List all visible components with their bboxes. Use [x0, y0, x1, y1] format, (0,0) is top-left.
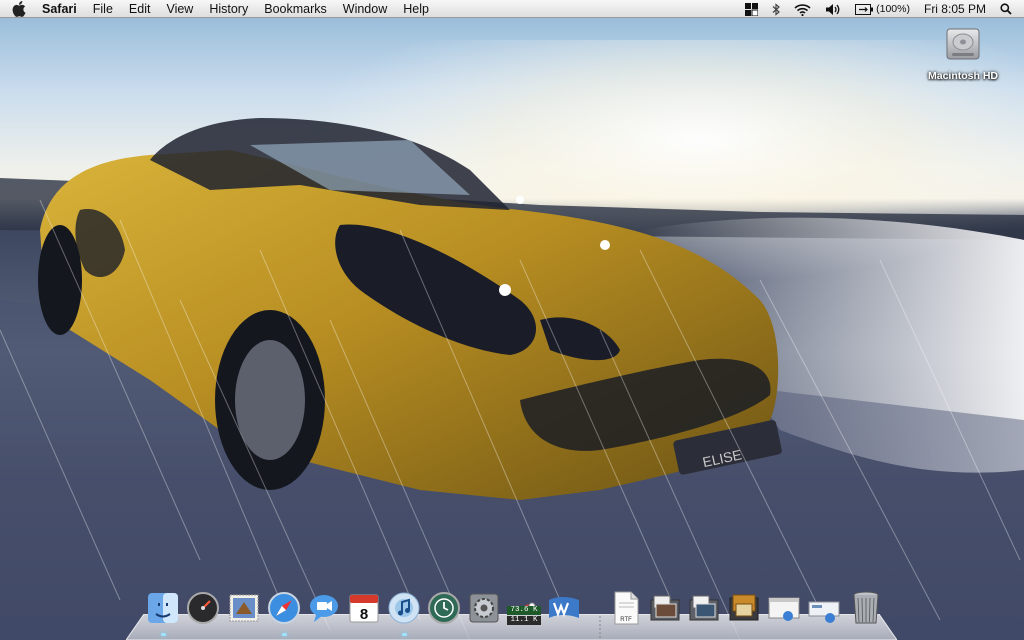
- apple-menu[interactable]: [12, 0, 28, 18]
- spotlight-search-icon: [1000, 3, 1012, 15]
- dock-item-system-preferences[interactable]: [467, 590, 501, 626]
- clock-menu-extra[interactable]: Fri 8:05 PM: [917, 0, 993, 18]
- calendar-icon: 8: [349, 594, 379, 623]
- desktop-icon-label: Macintosh HD: [927, 70, 998, 82]
- microsoft-word-icon: [549, 597, 579, 618]
- running-indicator: [161, 633, 166, 636]
- wifi-icon: [794, 3, 811, 16]
- itunes-cd-icon: [388, 592, 420, 624]
- running-indicator: [282, 633, 287, 636]
- finder-icon: [148, 593, 178, 623]
- dock-item-finder[interactable]: [146, 590, 180, 636]
- dock-item-word[interactable]: [547, 590, 581, 626]
- app-stack-icon: [729, 594, 759, 621]
- dock-item-itunes[interactable]: [387, 590, 421, 636]
- battery-percent: (100%): [876, 3, 910, 15]
- menu-bookmarks[interactable]: Bookmarks: [256, 0, 335, 18]
- dock-item-rtf-document[interactable]: RTF: [609, 590, 643, 626]
- trash-icon: [853, 591, 879, 624]
- spaces-menu-extra[interactable]: [738, 0, 765, 18]
- dock-item-documents-stack[interactable]: [767, 590, 801, 626]
- spaces-icon: [745, 2, 759, 16]
- mail-stamp-icon: [229, 594, 259, 622]
- dock-item-pictures-folder[interactable]: [687, 590, 721, 626]
- rtf-label: RTF: [620, 617, 632, 623]
- spotlight-menu-extra[interactable]: [993, 0, 1024, 18]
- dock-item-ical[interactable]: 8: [347, 590, 381, 626]
- dock: 8 73.6 K 11.1 K RTF: [126, 590, 897, 640]
- rtf-document-icon: RTF: [614, 591, 639, 625]
- dock-item-time-machine[interactable]: [427, 590, 461, 626]
- battery-menu-extra[interactable]: (100%): [848, 0, 917, 18]
- dock-item-trash[interactable]: [849, 590, 883, 626]
- menu-help[interactable]: Help: [395, 0, 437, 18]
- time-machine-clock-icon: [428, 592, 460, 624]
- downloads-stack-icon: [808, 601, 840, 623]
- window-stack-icon: [768, 597, 800, 621]
- menu-extras: (100%) Fri 8:05 PM: [738, 0, 1024, 18]
- dock-item-applications-stack[interactable]: [727, 590, 761, 626]
- menu-view[interactable]: View: [158, 0, 201, 18]
- menu-history[interactable]: History: [201, 0, 256, 18]
- wallpaper-car-image: ELISE: [0, 40, 1024, 640]
- dock-item-mail[interactable]: [227, 590, 261, 626]
- wifi-menu-extra[interactable]: [787, 0, 818, 18]
- dock-item-safari[interactable]: [267, 590, 301, 636]
- menu-app-safari[interactable]: Safari: [34, 0, 85, 18]
- bluetooth-icon: [772, 2, 781, 16]
- safari-compass-icon: [268, 592, 300, 624]
- network-download-rate: 11.1 K: [507, 616, 541, 625]
- dock-item-photos-folder[interactable]: [648, 590, 682, 626]
- image-stack-icon: [689, 595, 719, 621]
- dashboard-gauge-icon: [187, 592, 219, 624]
- calendar-day-number: 8: [360, 606, 368, 623]
- desktop-icon-macintosh-hd[interactable]: Macintosh HD: [922, 25, 1004, 82]
- dock-item-dashboard[interactable]: [186, 590, 220, 626]
- image-stack-icon: [650, 595, 680, 621]
- network-upload-rate: 73.6 K: [507, 606, 541, 615]
- ichat-video-icon: [310, 595, 338, 622]
- desktop: ELISE Safari File Edit View History Book…: [0, 0, 1024, 640]
- volume-menu-extra[interactable]: [818, 0, 848, 18]
- dock-item-ichat[interactable]: [307, 590, 341, 626]
- dock-item-downloads-stack[interactable]: [807, 590, 841, 626]
- battery-charging-icon: [855, 3, 874, 15]
- running-indicator: [402, 633, 407, 636]
- menu-file[interactable]: File: [85, 0, 121, 18]
- volume-icon: [826, 3, 840, 15]
- menu-bar: Safari File Edit View History Bookmarks …: [0, 0, 1024, 18]
- dock-item-network-monitor[interactable]: 73.6 K 11.1 K: [507, 590, 541, 626]
- menu-edit[interactable]: Edit: [121, 0, 159, 18]
- hard-drive-icon: [946, 28, 980, 60]
- gear-icon: [469, 593, 499, 623]
- apple-icon: [12, 0, 26, 17]
- menu-window[interactable]: Window: [335, 0, 395, 18]
- bluetooth-menu-extra[interactable]: [765, 0, 787, 18]
